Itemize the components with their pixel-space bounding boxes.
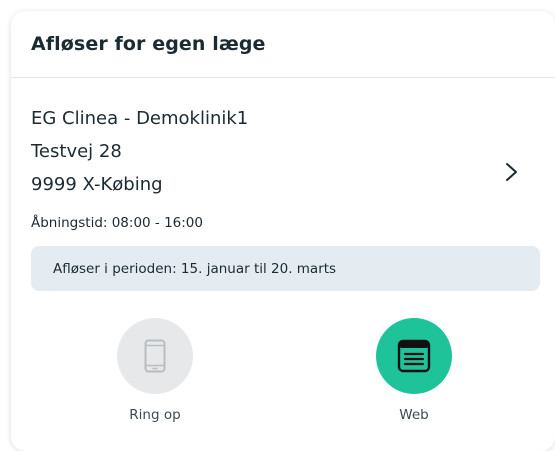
call-button-label: Ring op [129, 407, 181, 423]
web-button[interactable]: Web [354, 318, 474, 423]
call-button-circle[interactable] [117, 318, 193, 394]
period-text: Afløser i perioden: 15. januar til 20. m… [53, 260, 337, 277]
call-button[interactable]: Ring op [95, 318, 215, 423]
clinic-city: 9999 X-Købing [31, 174, 163, 195]
web-button-circle[interactable] [376, 318, 452, 394]
card-header: Afløser for egen læge [11, 11, 555, 78]
chevron-right-icon[interactable] [503, 160, 521, 184]
clinic-street: Testvej 28 [31, 141, 122, 162]
period-banner: Afløser i perioden: 15. januar til 20. m… [31, 246, 540, 291]
clinic-name: EG Clinea - Demoklinik1 [31, 108, 249, 129]
opening-hours: Åbningstid: 08:00 - 16:00 [31, 215, 203, 231]
clinic-details-link[interactable]: EG Clinea - Demoklinik1 Testvej 28 9999 … [31, 102, 541, 212]
web-page-icon [397, 339, 431, 373]
card-title: Afløser for egen læge [31, 33, 266, 55]
substitute-doctor-card: Afløser for egen læge EG Clinea - Demokl… [11, 11, 555, 451]
web-button-label: Web [399, 407, 429, 423]
phone-icon [144, 339, 166, 373]
